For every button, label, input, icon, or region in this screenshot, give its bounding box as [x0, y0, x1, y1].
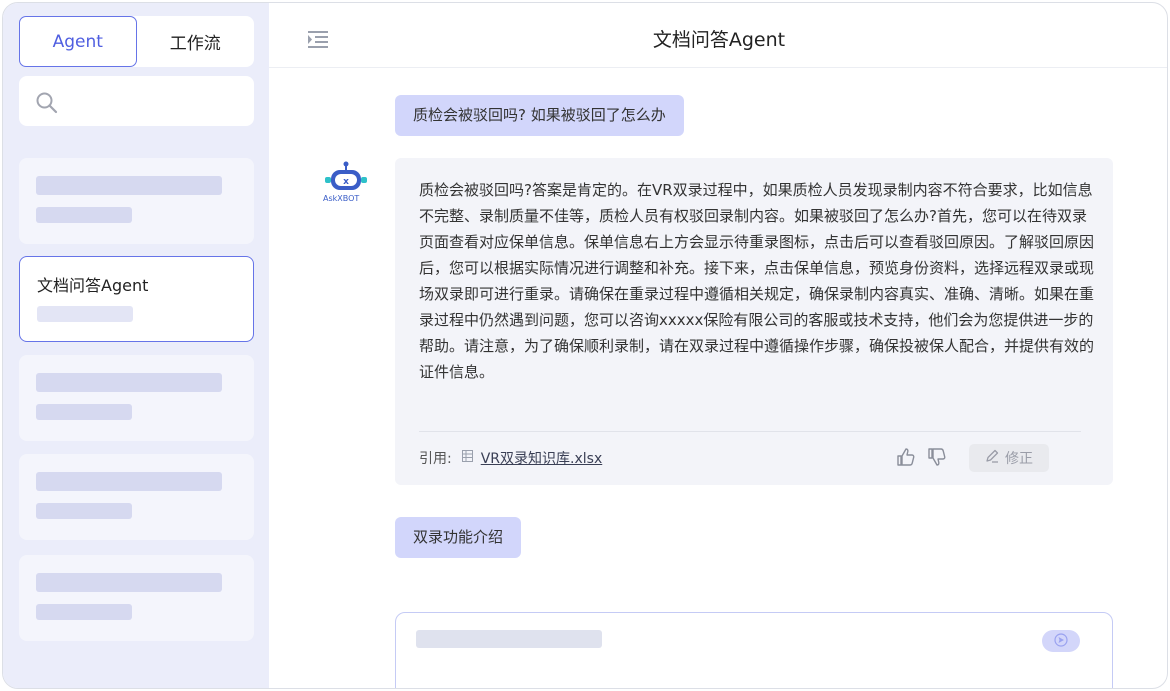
bot-answer-text: 质检会被驳回吗?答案是肯定的。在VR双录过程中，如果质检人员发现录制内容不符合要… [419, 181, 1095, 381]
send-icon [1054, 632, 1068, 651]
agent-card[interactable] [19, 555, 254, 641]
agent-card-title: 文档问答Agent [37, 276, 149, 295]
spreadsheet-icon [461, 450, 473, 466]
send-button[interactable] [1042, 630, 1080, 652]
user-message[interactable]: 双录功能介绍 [395, 517, 522, 558]
placeholder-line [36, 573, 222, 592]
search-input[interactable] [19, 76, 254, 126]
citation-file-link[interactable]: VR双录知识库.xlsx [481, 448, 603, 468]
divider [419, 431, 1081, 432]
sidebar-tabs: Agent 工作流 [19, 16, 254, 67]
agent-card[interactable] [19, 158, 254, 244]
placeholder-line [37, 306, 133, 322]
placeholder-line [36, 373, 222, 392]
placeholder-line [36, 207, 132, 223]
page-title: 文档问答Agent [652, 29, 786, 51]
placeholder-line [36, 503, 132, 519]
thumbs-down-icon[interactable] [927, 447, 947, 471]
thumbs-up-icon[interactable] [896, 447, 916, 471]
tab-workflow[interactable]: 工作流 [137, 16, 255, 67]
citation: 引用: VR双录知识库.xlsx [419, 448, 602, 468]
placeholder-line [36, 604, 132, 620]
agent-card[interactable] [19, 355, 254, 441]
message-input[interactable] [395, 612, 1113, 688]
edit-icon [985, 449, 999, 467]
search-icon [35, 91, 59, 119]
bot-avatar-label: AskXBOT [323, 194, 360, 203]
input-placeholder-line [416, 630, 602, 648]
chat-panel: 文档问答Agent 质检会被驳回吗? 如果被驳回了怎么办 x AskXBOT 质… [269, 3, 1167, 688]
placeholder-line [36, 176, 222, 195]
bot-answer: 质检会被驳回吗?答案是肯定的。在VR双录过程中，如果质检人员发现录制内容不符合要… [395, 158, 1113, 485]
correct-button-label: 修正 [1005, 451, 1033, 467]
citation-label: 引用: [419, 451, 452, 467]
placeholder-line [36, 404, 132, 420]
tab-agent[interactable]: Agent [19, 16, 137, 67]
correct-button[interactable]: 修正 [969, 444, 1049, 472]
agent-card[interactable] [19, 454, 254, 540]
app-window: Agent 工作流 文档问答Agent 文档问答Agent 质检会被驳回吗? 如… [2, 2, 1168, 689]
placeholder-line [36, 472, 222, 491]
sidebar: Agent 工作流 文档问答Agent [3, 3, 269, 688]
user-message: 质检会被驳回吗? 如果被驳回了怎么办 [395, 95, 684, 136]
svg-text:x: x [343, 177, 349, 187]
chat-header: 文档问答Agent [269, 3, 1167, 68]
agent-card-active[interactable]: 文档问答Agent [19, 256, 254, 342]
